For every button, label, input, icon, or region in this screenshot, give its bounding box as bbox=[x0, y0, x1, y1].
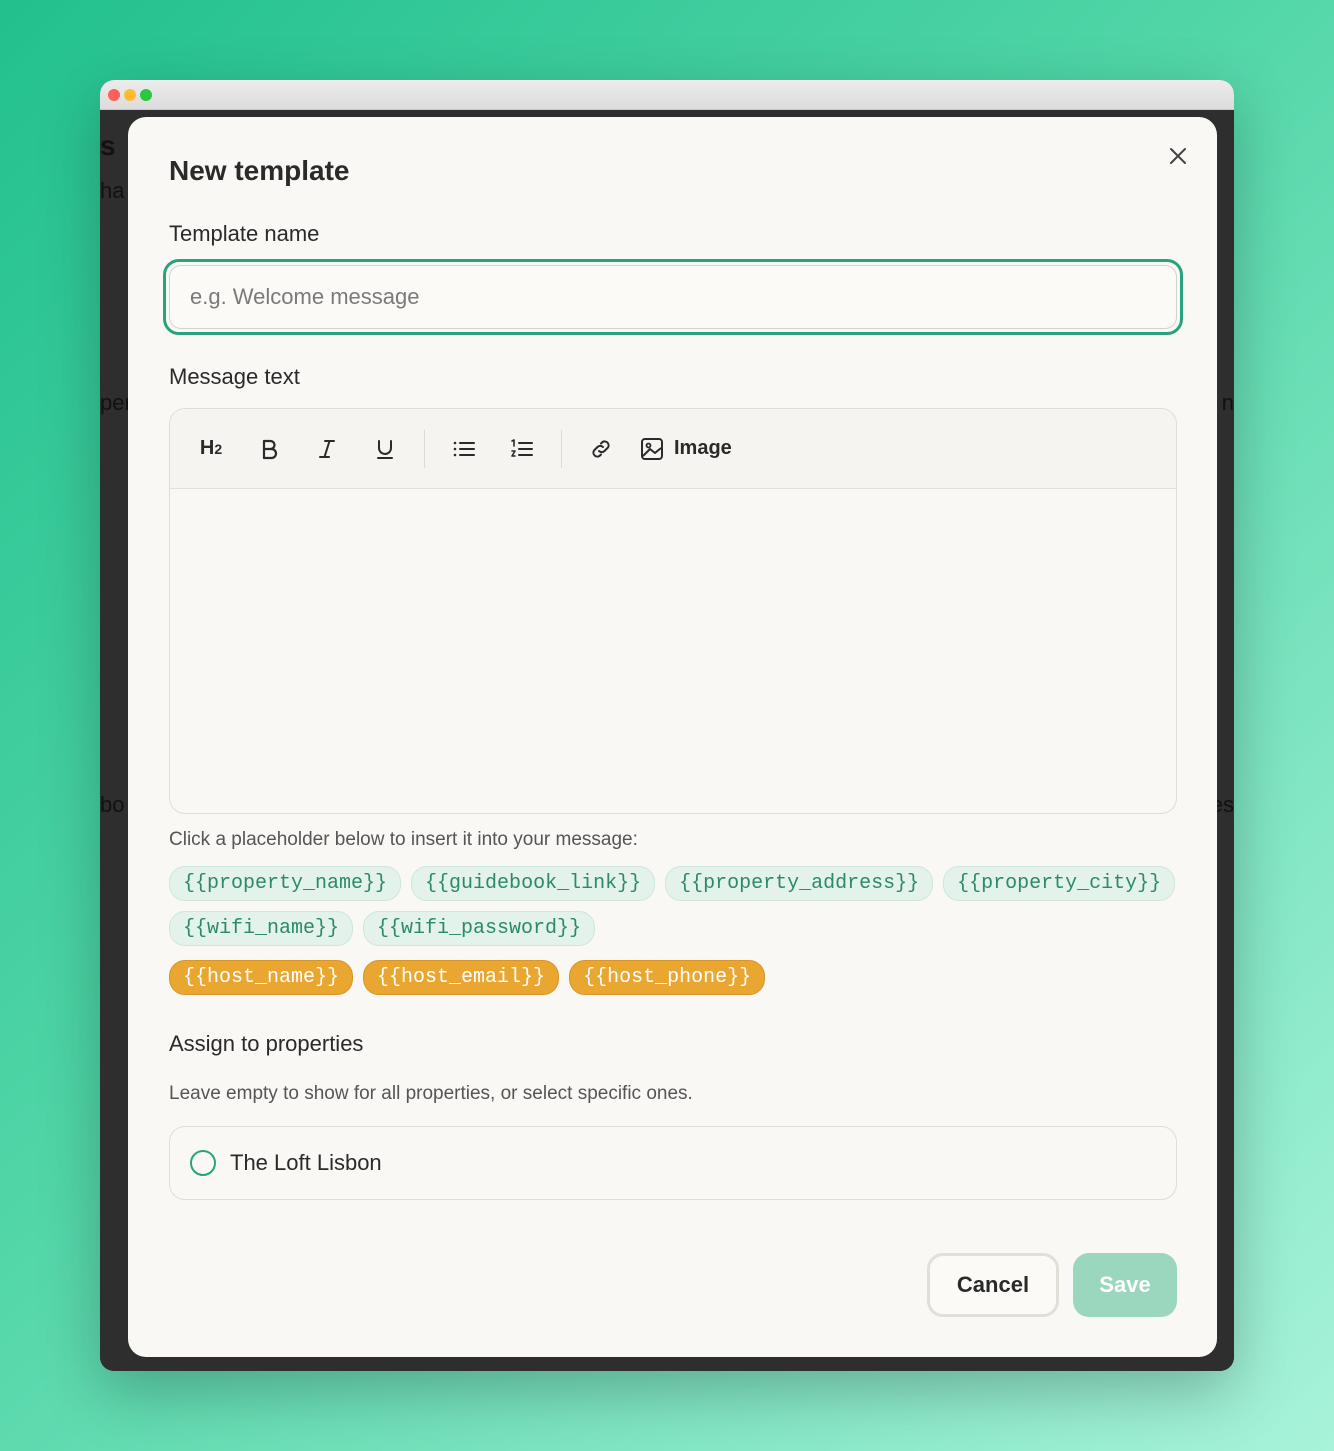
placeholder-chip[interactable]: {{host_email}} bbox=[363, 960, 560, 995]
image-button-label: Image bbox=[674, 437, 732, 459]
message-body-editor[interactable] bbox=[170, 489, 1176, 813]
placeholder-chip[interactable]: {{wifi_password}} bbox=[363, 911, 596, 946]
underline-icon bbox=[377, 439, 393, 459]
heading-icon: H2 bbox=[199, 437, 223, 459]
bullet-list-button[interactable] bbox=[445, 430, 483, 468]
chip-row-wifi: {{wifi_name}} {{wifi_password}} bbox=[169, 911, 1179, 946]
message-editor: H2 Image bbox=[169, 408, 1177, 814]
numbered-list-button[interactable] bbox=[503, 430, 541, 468]
placeholder-chip[interactable]: {{wifi_name}} bbox=[169, 911, 354, 946]
title-bar bbox=[100, 80, 1234, 110]
chip-row-property: {{property_name}} {{guidebook_link}} {{p… bbox=[169, 866, 1179, 901]
template-name-label: Template name bbox=[169, 221, 320, 246]
bold-icon bbox=[262, 439, 278, 459]
placeholder-chip[interactable]: {{host_phone}} bbox=[569, 960, 766, 995]
placeholder-chip[interactable]: {{property_address}} bbox=[665, 866, 934, 901]
toolbar-divider bbox=[561, 429, 562, 468]
background-text: ha bbox=[100, 178, 125, 203]
link-icon bbox=[592, 439, 610, 458]
placeholder-chip[interactable]: {{property_name}} bbox=[169, 866, 402, 901]
template-name-focus-ring bbox=[163, 259, 1183, 335]
close-modal-button[interactable] bbox=[1165, 143, 1191, 169]
placeholder-chips: {{property_name}} {{guidebook_link}} {{p… bbox=[169, 866, 1179, 1005]
placeholder-chip[interactable]: {{host_name}} bbox=[169, 960, 354, 995]
placeholder-chip[interactable]: {{guidebook_link}} bbox=[411, 866, 656, 901]
insert-image-button[interactable]: Image bbox=[640, 437, 732, 461]
italic-icon bbox=[319, 439, 335, 458]
image-icon bbox=[641, 437, 663, 460]
heading-level: 2 bbox=[214, 441, 223, 457]
modal-title: New template bbox=[169, 155, 350, 186]
numbered-list-icon bbox=[511, 438, 533, 457]
placeholder-hint: Click a placeholder below to insert it i… bbox=[169, 829, 638, 850]
bold-button[interactable] bbox=[250, 430, 288, 468]
property-option[interactable]: The Loft Lisbon bbox=[169, 1126, 1177, 1200]
property-name: The Loft Lisbon bbox=[230, 1150, 382, 1175]
property-radio[interactable] bbox=[190, 1150, 216, 1176]
new-template-modal: New template Template name Message text … bbox=[128, 117, 1217, 1357]
message-text-label: Message text bbox=[169, 364, 300, 389]
minimize-window-button[interactable] bbox=[124, 89, 136, 101]
italic-button[interactable] bbox=[308, 430, 346, 468]
background-text: n bbox=[1221, 390, 1234, 415]
save-button[interactable]: Save bbox=[1073, 1253, 1177, 1317]
maximize-window-button[interactable] bbox=[140, 89, 152, 101]
toolbar-divider bbox=[424, 429, 425, 468]
bullet-list-icon bbox=[453, 441, 475, 456]
cancel-button[interactable]: Cancel bbox=[927, 1253, 1059, 1317]
background-text: s bbox=[100, 130, 116, 161]
heading-button[interactable]: H2 bbox=[192, 430, 230, 468]
underline-button[interactable] bbox=[366, 430, 404, 468]
editor-toolbar: H2 Image bbox=[170, 409, 1176, 489]
link-button[interactable] bbox=[582, 430, 620, 468]
close-window-button[interactable] bbox=[108, 89, 120, 101]
assign-properties-hint: Leave empty to show for all properties, … bbox=[169, 1083, 693, 1104]
template-name-input[interactable] bbox=[169, 265, 1177, 329]
chip-row-host: {{host_name}} {{host_email}} {{host_phon… bbox=[169, 960, 1179, 995]
placeholder-chip[interactable]: {{property_city}} bbox=[943, 866, 1176, 901]
close-icon bbox=[1170, 148, 1186, 164]
assign-properties-label: Assign to properties bbox=[169, 1031, 364, 1056]
background-text: bo bbox=[100, 792, 125, 817]
